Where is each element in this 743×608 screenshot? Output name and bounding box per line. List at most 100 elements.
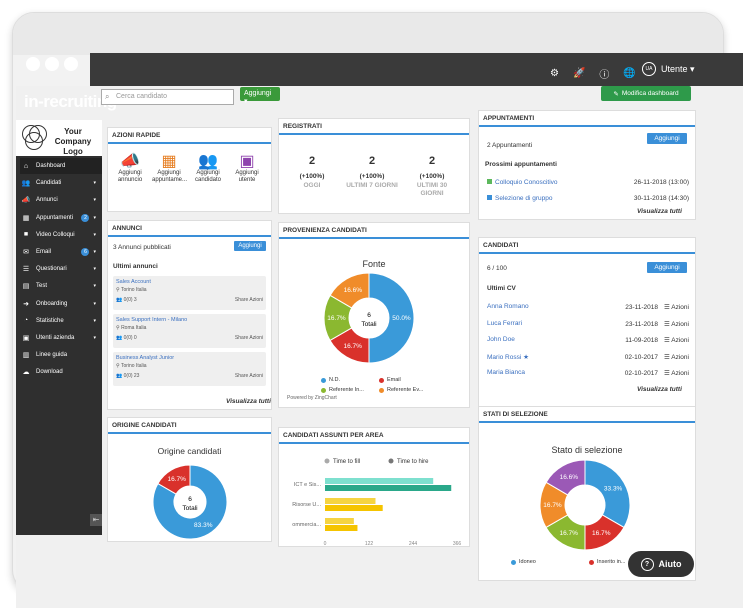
ad-location-text: Torino Italia xyxy=(120,363,147,369)
sidebar-item-dashboard[interactable]: ⌂ Dashboard xyxy=(20,158,102,174)
candidate-name[interactable]: Maria Bianca xyxy=(487,369,525,377)
candidate-date: 23-11-2018 xyxy=(625,320,658,328)
pie-icon: ◔ xyxy=(23,317,29,325)
candidate-row[interactable]: Anna Romano 23-11-2018 ☰ Azioni xyxy=(487,303,689,311)
list-icon: ☰ xyxy=(22,266,30,274)
sidebar-item-email[interactable]: ✉ Email 6 ▾ xyxy=(20,244,102,260)
card-title: Azioni rapide xyxy=(112,132,161,139)
ad-share-actions[interactable]: Share Azioni xyxy=(235,335,263,341)
sidebar-item-statistiche[interactable]: ◔ Statistiche ▾ xyxy=(20,313,102,329)
quick-action-button[interactable]: 📣 Aggiungi annuncio xyxy=(113,154,147,184)
add-appointment-button[interactable]: Aggiungi xyxy=(647,133,687,144)
ad-title[interactable]: Sales Support Intern - Milano xyxy=(116,317,187,323)
actions-link[interactable]: Azioni xyxy=(671,354,689,361)
gear-icon[interactable]: ⚙ xyxy=(550,68,559,79)
sidebar-item-video-colloqui[interactable]: ■ Video Colloqui ▾ xyxy=(20,227,102,243)
mail-icon: ✉ xyxy=(23,249,29,256)
home-icon: ⌂ xyxy=(23,162,29,170)
candidate-row[interactable]: John Doe 11-09-2018 ☰ Azioni xyxy=(487,336,689,344)
appointments-count: 2 Appuntamenti xyxy=(487,142,533,149)
search-input[interactable]: ⌕ Cerca candidato xyxy=(101,89,234,105)
slice-label: 16.7% xyxy=(344,343,363,350)
donut-center-text: 6 xyxy=(367,312,371,319)
modify-dashboard-button[interactable]: ✎ Modifica dashboard xyxy=(601,86,691,101)
sidebar-item-onboarding[interactable]: ➜ Onboarding ▾ xyxy=(20,296,102,312)
actions-link[interactable]: Azioni xyxy=(671,370,689,377)
view-all-link[interactable]: Visualizza tutti xyxy=(637,208,682,215)
job-ad-item[interactable]: Business Analyst Junior ⚲ Torino Italia 👥 … xyxy=(113,352,266,386)
candidate-row[interactable]: Maria Bianca 02-10-2017 ☰ Azioni xyxy=(487,369,689,377)
info-icon[interactable]: ⓘ xyxy=(599,66,609,81)
chart-title: Fonte xyxy=(362,259,386,269)
chevron-down-icon: ▾ xyxy=(93,335,96,341)
ad-title[interactable]: Sales Account xyxy=(116,279,151,285)
onboarding-icon: ➜ xyxy=(23,300,29,308)
user-name: Utente ▾ xyxy=(661,63,695,74)
quick-action-button[interactable]: 👥 Aggiungi candidato xyxy=(191,154,225,184)
candidate-row[interactable]: Luca Ferrari 23-11-2018 ☰ Azioni xyxy=(487,320,689,328)
candidate-name[interactable]: Luca Ferrari xyxy=(487,320,522,328)
add-button[interactable]: Aggiungi ▾ xyxy=(240,87,280,105)
candidate-meta: 23-11-2018 ☰ Azioni xyxy=(625,303,689,311)
quick-action-button[interactable]: ▣ Aggiungi utente xyxy=(230,154,264,184)
appointment-link[interactable]: Selezione di gruppo xyxy=(495,195,552,202)
chevron-down-icon: ▾ xyxy=(93,231,96,238)
help-button[interactable]: ? Aiuto xyxy=(628,551,694,577)
user-menu[interactable]: UA Utente ▾ xyxy=(642,62,695,76)
legend-label: Idoneo xyxy=(519,559,536,565)
ad-share-actions[interactable]: Share Azioni xyxy=(235,297,263,303)
globe-icon[interactable]: 🌐 xyxy=(623,68,635,79)
sidebar-item-test[interactable]: ▤ Test ▾ xyxy=(20,278,102,294)
bar[interactable] xyxy=(325,525,358,531)
modify-dashboard-label: Modifica dashboard xyxy=(621,90,679,97)
bar[interactable] xyxy=(325,518,354,524)
legend-item: N.D. xyxy=(321,377,340,383)
view-all-link[interactable]: Visualizza tutti xyxy=(637,386,682,393)
slice-label: 50.0% xyxy=(392,315,411,322)
sidebar-item-candidati[interactable]: 👥 Candidati ▾ xyxy=(20,175,102,191)
job-ad-item[interactable]: Sales Support Intern - Milano ⚲ Roma Ital… xyxy=(113,314,266,348)
bar[interactable] xyxy=(325,478,434,484)
actions-link[interactable]: Azioni xyxy=(671,321,689,328)
question-icon: ? xyxy=(640,557,654,571)
sidebar-item-utenti-azienda[interactable]: ▣ Utenti azienda ▾ xyxy=(20,330,102,346)
actions-link[interactable]: Azioni xyxy=(671,337,689,344)
sidebar-item-download[interactable]: ☁ Download xyxy=(20,364,102,380)
sidebar-item-annunci[interactable]: 📣 Annunci ▾ xyxy=(20,192,102,208)
add-ad-button[interactable]: Aggiungi xyxy=(234,241,266,251)
quick-actions-card: Azioni rapide 📣 Aggiungi annuncio ▦ Aggiung… xyxy=(107,127,272,212)
appointment-row[interactable]: Colloquio Conoscitivo 26-11-2018 (13:00) xyxy=(487,179,689,186)
legend-label: N.D. xyxy=(329,377,340,383)
calendar-icon: ▦ xyxy=(22,214,30,222)
candidate-name[interactable]: John Doe xyxy=(487,336,515,344)
bar[interactable] xyxy=(325,498,376,504)
appointments-card: Appuntamenti 2 Appuntamenti Aggiungi Pro… xyxy=(478,110,696,220)
slice-label: 16.6% xyxy=(344,287,363,294)
sidebar-item-appuntamenti[interactable]: ▦ Appuntamenti 2 ▾ xyxy=(20,210,102,226)
view-all-link[interactable]: Visualizza tutti xyxy=(226,398,271,405)
candidate-row[interactable]: Mario Rossi ★ 02-10-2017 ☰ Azioni xyxy=(487,353,689,361)
bar[interactable] xyxy=(325,505,383,511)
rocket-icon[interactable]: 🚀 xyxy=(573,68,585,79)
bar[interactable] xyxy=(325,485,452,491)
candidate-name[interactable]: Anna Romano xyxy=(487,303,529,311)
appointment-color-marker xyxy=(487,179,492,184)
quick-action-icon: ▦ xyxy=(161,153,177,170)
candidate-name[interactable]: Mario Rossi ★ xyxy=(487,353,529,361)
card-title: Candidati assunti per area xyxy=(283,432,384,439)
actions-link[interactable]: Azioni xyxy=(671,304,689,311)
legend-item: Referente In... xyxy=(321,387,364,393)
appointment-row[interactable]: Selezione di gruppo 30-11-2018 (14:30) xyxy=(487,195,689,202)
sidebar-item-questionari[interactable]: ☰ Questionari ▾ xyxy=(20,261,102,277)
category-label: ommercia... xyxy=(292,522,321,528)
ad-share-actions[interactable]: Share Azioni xyxy=(235,373,263,379)
add-candidate-button[interactable]: Aggiungi xyxy=(647,262,687,273)
quick-action-button[interactable]: ▦ Aggiungi appuntame... xyxy=(152,153,187,184)
sidebar-item-linee-guida[interactable]: ▥ Linee guida xyxy=(20,347,102,363)
collapse-sidebar-button[interactable]: ⇤ xyxy=(90,514,102,526)
job-ad-item[interactable]: Sales Account ⚲ Torino Italia 👥 0(0) 3 Shar… xyxy=(113,276,266,310)
status-slice[interactable] xyxy=(584,459,631,529)
sidebar-item-label: Email xyxy=(36,249,52,255)
ad-title[interactable]: Business Analyst Junior xyxy=(116,355,174,361)
appointment-link[interactable]: Colloquio Conoscitivo xyxy=(495,179,558,186)
